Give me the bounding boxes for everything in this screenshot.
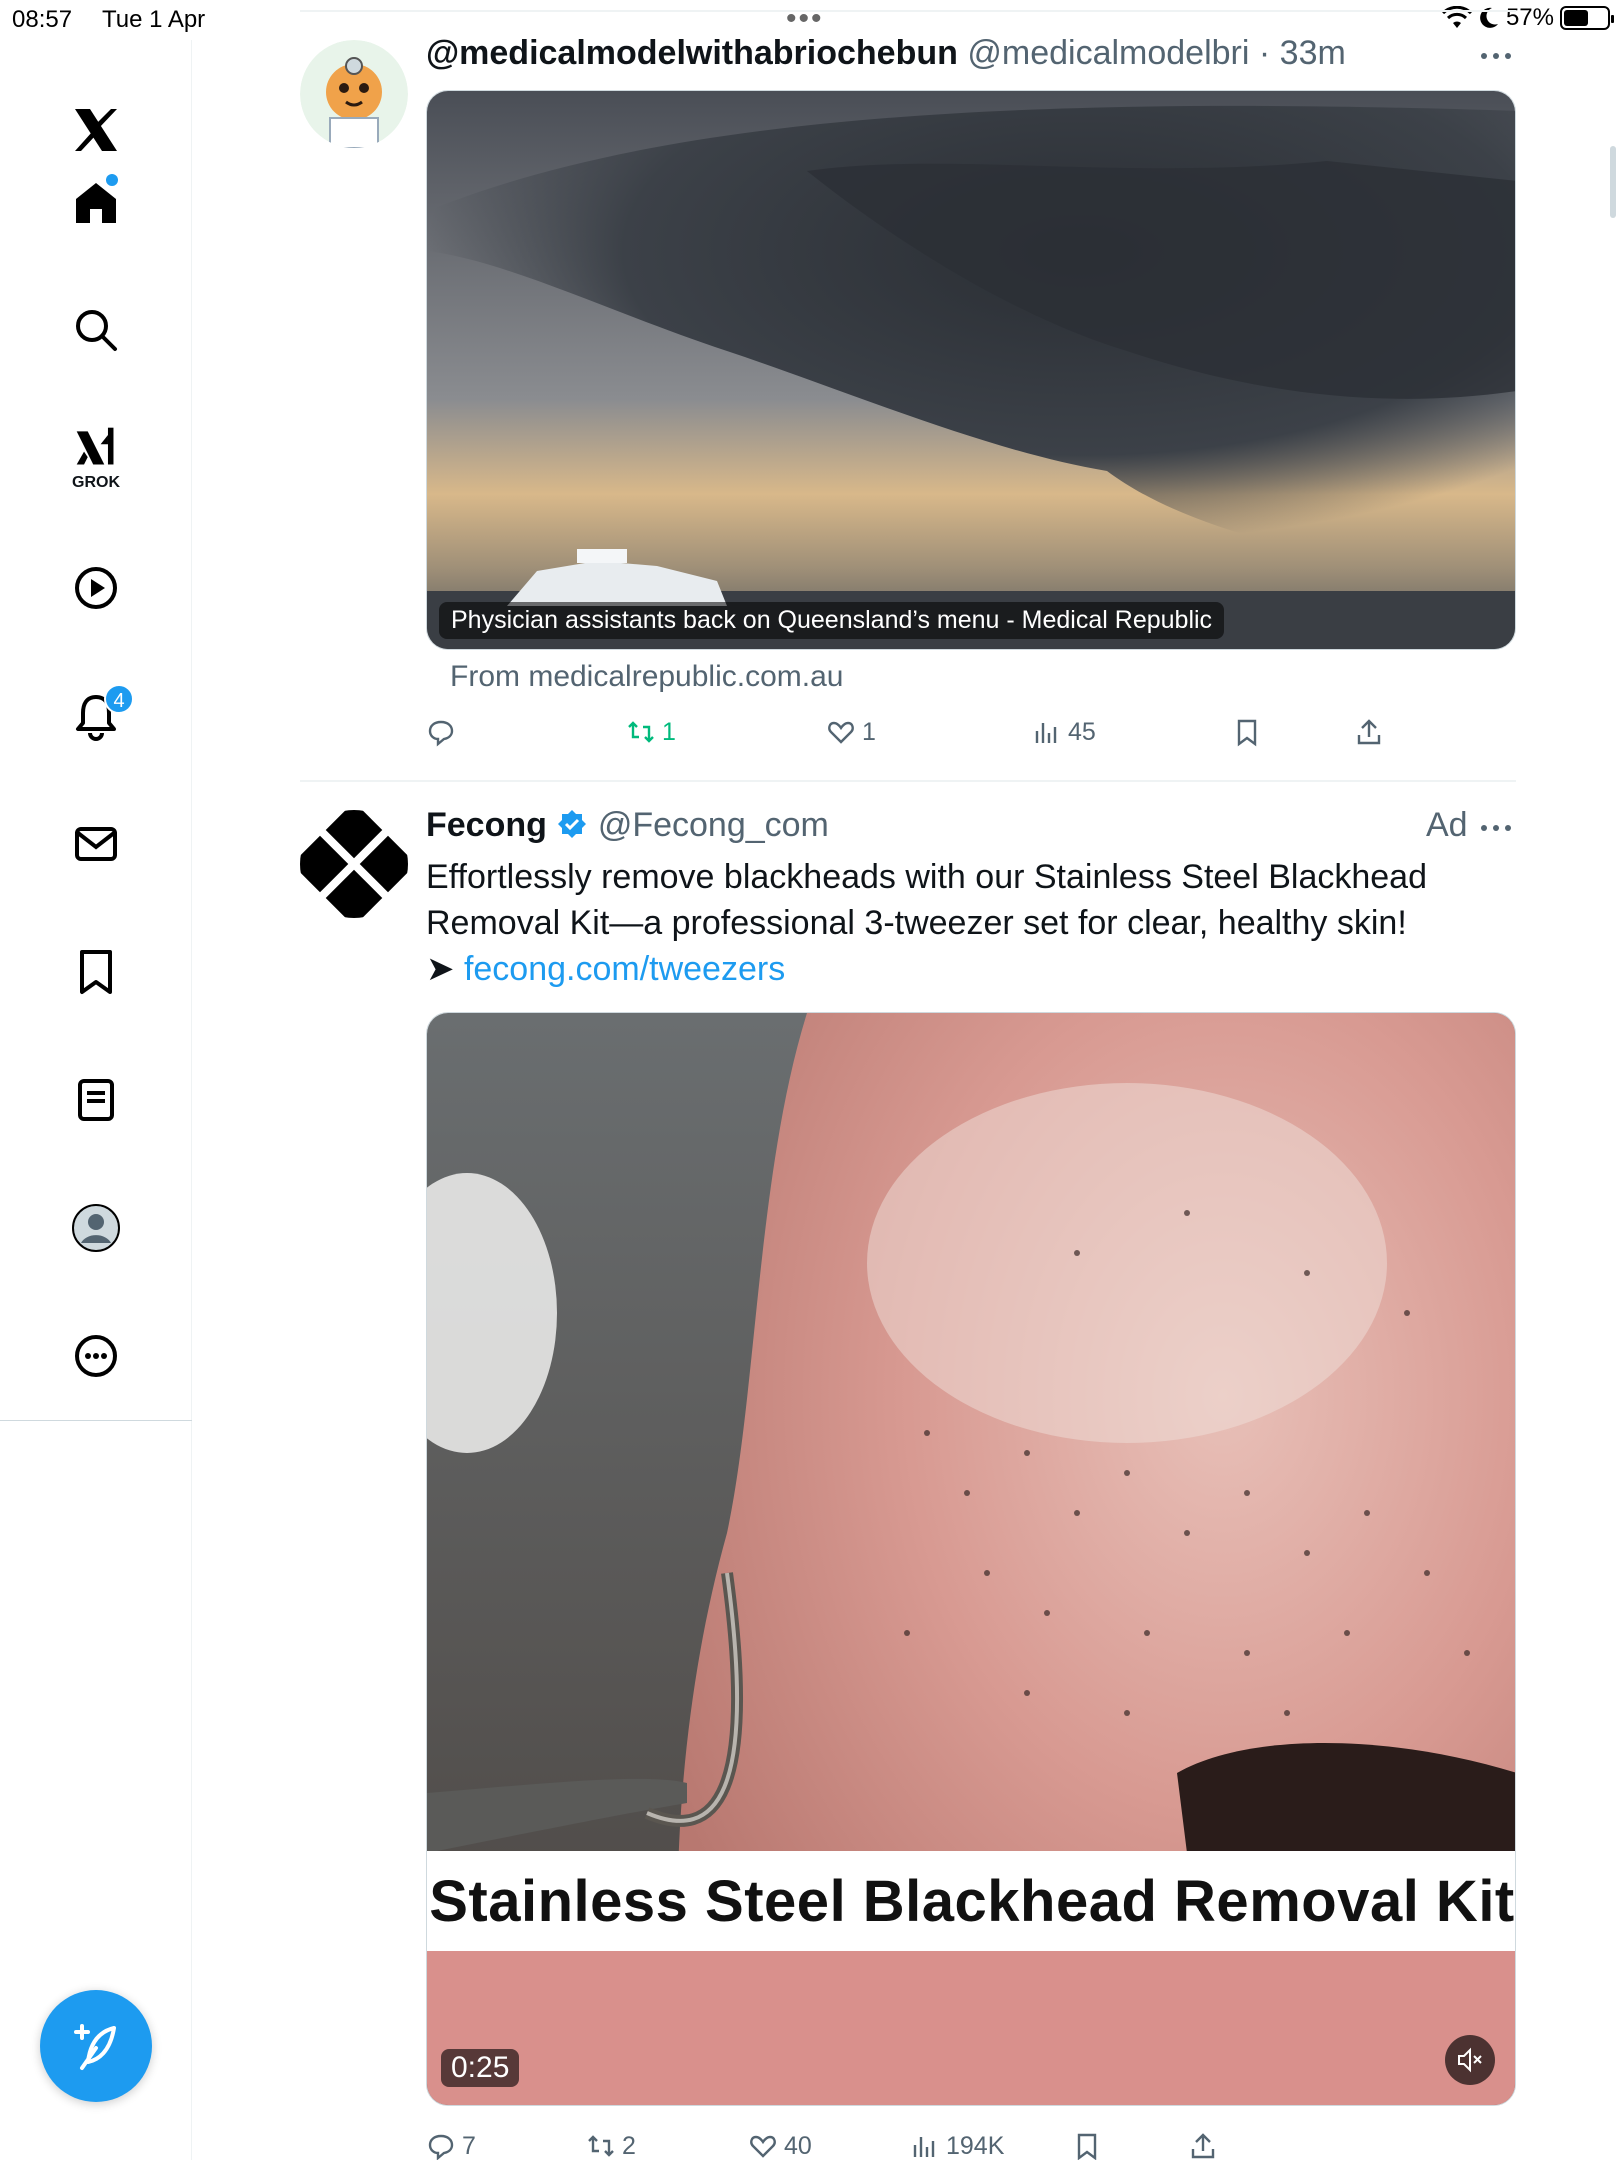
scrollbar-thumb[interactable] — [1610, 146, 1616, 218]
grok-icon — [76, 427, 114, 465]
video-caption-banner: Stainless Steel Blackhead Removal Kit — [427, 1851, 1515, 1951]
like-count: 40 — [784, 2131, 812, 2160]
post-divider — [300, 10, 1516, 12]
reply-icon — [428, 2134, 454, 2160]
post-time[interactable]: 33m — [1280, 34, 1346, 72]
views-button[interactable]: 194K — [910, 2126, 1004, 2160]
verified-badge-icon — [558, 810, 587, 838]
retweet-icon — [588, 2135, 614, 2157]
sidebar-item-notifications[interactable]: 4 — [56, 676, 136, 756]
sidebar-item-profile[interactable] — [56, 1188, 136, 1268]
views-chart-icon — [1035, 723, 1057, 743]
reply-button[interactable] — [426, 712, 462, 752]
storm-cloud-image — [427, 91, 1515, 649]
retweet-button[interactable]: 1 — [626, 712, 676, 752]
ad-label: Ad — [1426, 806, 1468, 844]
like-count: 1 — [862, 717, 876, 746]
post-header: Fecong @Fecong_com — [426, 806, 829, 845]
play-icon — [75, 567, 117, 609]
sidebar-item-messages[interactable] — [56, 804, 136, 884]
sidebar-item-video[interactable] — [56, 548, 136, 628]
post-text-line: Removal Kit—a professional 3-tweezer set… — [426, 904, 1407, 942]
mute-button[interactable] — [1445, 2035, 1495, 2085]
sidebar-item-explore[interactable] — [56, 290, 136, 370]
bookmark-button[interactable] — [1072, 2126, 1102, 2160]
share-button[interactable] — [1188, 2126, 1218, 2160]
mail-icon — [75, 827, 117, 861]
user-handle[interactable]: @Fecong_com — [598, 806, 829, 844]
grok-label: GROK — [72, 474, 120, 491]
share-icon — [1191, 2133, 1215, 2159]
display-name[interactable]: @medicalmodelwithabriochebun — [426, 34, 958, 72]
battery-fill — [1564, 10, 1588, 26]
more-circle-icon — [75, 1335, 117, 1377]
post-link[interactable]: fecong.com/tweezers — [464, 950, 785, 988]
list-icon — [78, 1079, 114, 1121]
sidebar-divider — [0, 1420, 192, 1421]
heart-icon — [828, 721, 854, 744]
like-button[interactable]: 1 — [826, 712, 876, 752]
views-button[interactable]: 45 — [1032, 712, 1096, 752]
dot-separator: · — [1258, 34, 1271, 72]
avatar[interactable] — [300, 810, 408, 918]
more-options-icon[interactable] — [1476, 818, 1516, 838]
link-card-image[interactable]: Physician assistants back on Queensland’… — [426, 90, 1516, 650]
sidebar-item-home[interactable] — [56, 162, 136, 242]
retweet-icon — [628, 721, 654, 743]
bookmark-icon — [1077, 2133, 1097, 2160]
x-logo-icon[interactable] — [56, 90, 136, 170]
status-time: 08:57 — [12, 6, 73, 33]
post-actions: 7 2 40 194K — [426, 2126, 1516, 2160]
retweet-count: 2 — [622, 2131, 636, 2160]
sidebar-item-lists[interactable] — [56, 1060, 136, 1140]
video-player[interactable]: Stainless Steel Blackhead Removal Kit 0:… — [426, 1012, 1516, 2106]
post-actions: 1 1 45 — [426, 712, 1516, 752]
battery-icon — [1560, 6, 1614, 30]
retweet-button[interactable]: 2 — [586, 2126, 636, 2160]
home-unread-dot — [106, 174, 118, 186]
reply-button[interactable]: 7 — [426, 2126, 476, 2160]
compose-button[interactable] — [40, 1990, 152, 2102]
sidebar: GROK 4 — [0, 40, 192, 2160]
views-chart-icon — [913, 2137, 935, 2157]
share-button[interactable] — [1354, 712, 1384, 752]
multitasking-dots-icon[interactable]: ••• — [786, 2, 824, 36]
bookmark-icon — [80, 950, 112, 994]
user-handle[interactable]: @medicalmodelbri — [967, 34, 1249, 72]
avatar[interactable] — [300, 40, 408, 148]
link-card-source[interactable]: From medicalrepublic.com.au — [450, 660, 843, 694]
share-icon — [1357, 719, 1381, 745]
bookmark-button[interactable] — [1232, 712, 1262, 752]
status-right: 57% — [1441, 4, 1614, 32]
link-card-caption: Physician assistants back on Queensland’… — [439, 602, 1225, 639]
display-name[interactable]: Fecong — [426, 806, 547, 844]
post-header: @medicalmodelwithabriochebun @medicalmod… — [426, 34, 1346, 73]
post-text: Effortlessly remove blackheads with our … — [426, 854, 1516, 992]
speaker-muted-icon — [1458, 2047, 1482, 2073]
arrow-glyph: ➤ — [426, 950, 464, 988]
like-button[interactable]: 40 — [748, 2126, 812, 2160]
sidebar-item-grok[interactable]: GROK — [56, 416, 136, 496]
search-icon — [76, 310, 117, 351]
profile-avatar-icon — [72, 1204, 120, 1252]
status-date: Tue 1 Apr — [102, 6, 206, 33]
sidebar-item-bookmarks[interactable] — [56, 932, 136, 1012]
views-count: 194K — [946, 2131, 1005, 2160]
post-divider — [300, 780, 1516, 782]
battery-percent: 57% — [1505, 4, 1554, 31]
compose-icon — [74, 2024, 116, 2070]
notifications-badge: 4 — [104, 684, 134, 714]
post-text-line: Effortlessly remove blackheads with our … — [426, 858, 1427, 896]
views-count: 45 — [1068, 717, 1096, 746]
reply-count: 7 — [462, 2131, 476, 2160]
reply-icon — [428, 720, 454, 747]
sidebar-item-more[interactable] — [56, 1316, 136, 1396]
heart-icon — [750, 2135, 776, 2158]
bookmark-icon — [1237, 719, 1257, 747]
more-options-icon[interactable] — [1476, 46, 1516, 66]
retweet-count: 1 — [662, 717, 676, 746]
video-duration: 0:25 — [441, 2049, 520, 2087]
